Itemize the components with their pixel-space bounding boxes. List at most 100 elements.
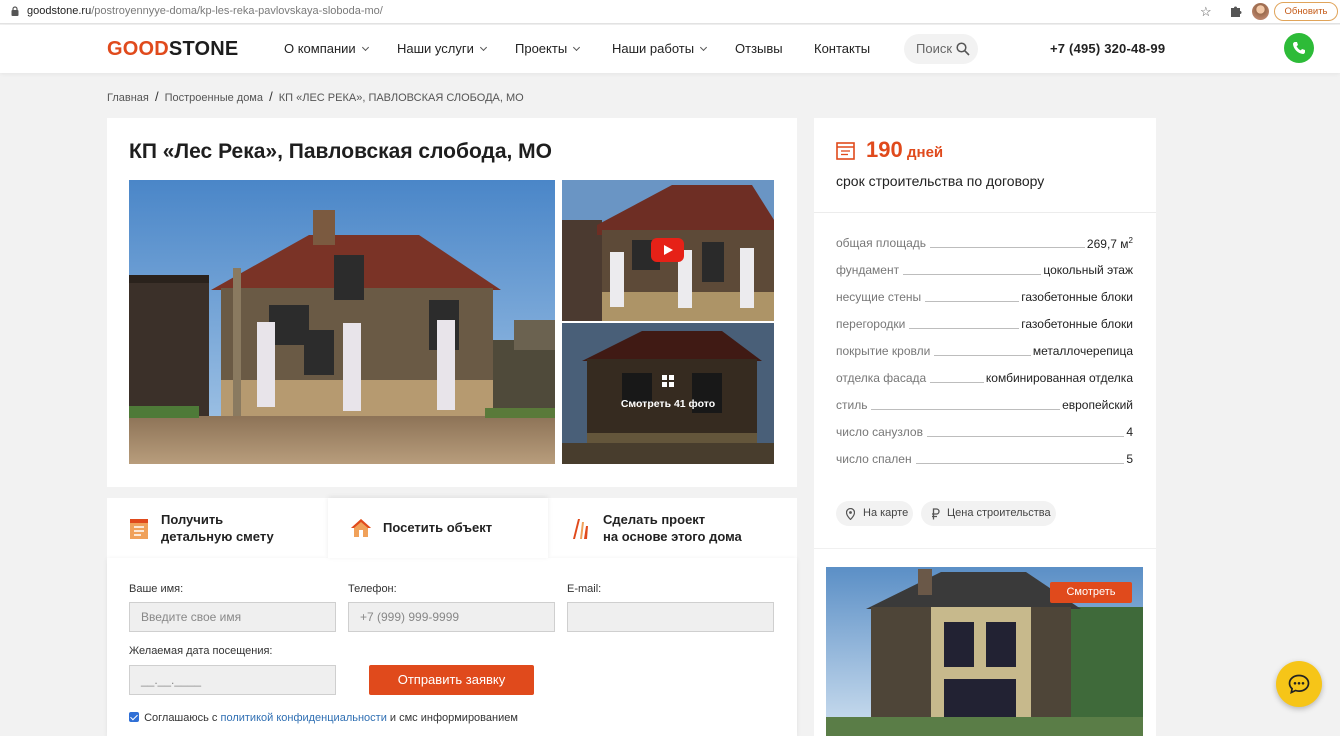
- consent-prefix: Соглашаюсь с: [144, 712, 218, 724]
- chat-widget-button[interactable]: [1276, 661, 1322, 707]
- build-days-number: 190: [866, 137, 903, 162]
- spec-value: газобетонные блоки: [1019, 290, 1133, 304]
- chevron-down-icon: [700, 43, 708, 52]
- spec-row-bedrooms: число спален 5: [836, 452, 1133, 468]
- spec-row-area: общая площадь 269,7 м2: [836, 236, 1133, 252]
- spec-key: фундамент: [836, 263, 904, 277]
- phone-input[interactable]: +7 (999) 999-9999: [348, 602, 555, 632]
- spec-value: комбинированная отделка: [983, 371, 1133, 385]
- spec-key: число санузлов: [836, 425, 927, 439]
- spec-row-bathrooms: число санузлов 4: [836, 425, 1133, 441]
- breadcrumb-home[interactable]: Главная: [107, 92, 149, 104]
- main-photo[interactable]: [129, 180, 555, 464]
- nav-works-label: Наши работы: [612, 41, 695, 56]
- name-label: Ваше имя:: [129, 583, 184, 595]
- browser-bar: goodstone.ru/postroyennyye-doma/kp-les-r…: [0, 0, 1340, 24]
- search-icon: [956, 42, 970, 56]
- tab-make-project-line1: Сделать проект: [603, 512, 706, 527]
- nav-projects-label: Проекты: [515, 41, 568, 56]
- spec-value: газобетонные блоки: [1019, 317, 1133, 331]
- breadcrumb-current: КП «ЛЕС РЕКА», ПАВЛОВСКАЯ СЛОБОДА, МО: [278, 92, 524, 104]
- action-tabs: Получить детальную смету Посетить объект …: [107, 498, 797, 558]
- video-thumbnail[interactable]: [562, 180, 774, 321]
- chevron-down-icon: [573, 43, 581, 52]
- search-button[interactable]: Поиск: [904, 34, 978, 64]
- gallery-thumbnail[interactable]: Смотреть 41 фото: [562, 323, 774, 464]
- view-project-button[interactable]: Смотреть: [1050, 582, 1132, 603]
- nav-about[interactable]: О компании: [284, 41, 369, 56]
- spec-value: 4: [1124, 425, 1133, 439]
- phone-label: Телефон:: [348, 583, 397, 595]
- youtube-play-icon[interactable]: [651, 238, 684, 262]
- profile-avatar[interactable]: [1252, 3, 1269, 20]
- callback-button[interactable]: [1284, 33, 1314, 63]
- see-photos-label: Смотреть 41 фото: [620, 398, 716, 410]
- divider: [814, 548, 1156, 549]
- price-button[interactable]: Цена строительства: [921, 501, 1056, 526]
- build-days-unit: дней: [907, 144, 944, 161]
- tab-estimate-label: Получить детальную смету: [161, 511, 274, 545]
- name-input[interactable]: Введите свое имя: [129, 602, 336, 632]
- breadcrumb-separator: /: [154, 89, 159, 104]
- chevron-down-icon: [361, 43, 369, 52]
- related-project-card[interactable]: Смотреть: [826, 567, 1143, 736]
- document-estimate-icon: [130, 519, 148, 539]
- breadcrumb-separator: /: [269, 89, 273, 104]
- logo-part2: STONE: [168, 38, 239, 60]
- spec-key: стиль: [836, 398, 872, 412]
- extensions-puzzle-icon[interactable]: [1230, 4, 1242, 18]
- house-photo-image: [129, 180, 555, 464]
- map-button-label: На карте: [863, 507, 909, 519]
- blueprint-project-icon: [573, 519, 588, 539]
- tab-make-project[interactable]: Сделать проект на основе этого дома: [548, 498, 797, 558]
- header-phone[interactable]: +7 (495) 320-48-99: [1050, 41, 1165, 56]
- nav-projects[interactable]: Проекты: [515, 41, 581, 56]
- project-specs-card: 190 дней срок строительства по договору …: [814, 118, 1156, 736]
- tab-make-project-label: Сделать проект на основе этого дома: [603, 511, 742, 545]
- divider: [814, 212, 1156, 213]
- nav-services-label: Наши услуги: [397, 41, 474, 56]
- spec-key: отделка фасада: [836, 371, 931, 385]
- project-card: КП «Лес Река», Павловская слобода, МО См…: [107, 118, 797, 487]
- map-button[interactable]: На карте: [836, 501, 913, 526]
- breadcrumb-built-houses[interactable]: Построенные дома: [165, 92, 263, 104]
- email-input[interactable]: [567, 602, 774, 632]
- nav-contacts[interactable]: Контакты: [814, 41, 870, 56]
- tab-estimate[interactable]: Получить детальную смету: [107, 498, 328, 558]
- visit-request-form: Ваше имя: Введите свое имя Телефон: +7 (…: [107, 558, 797, 736]
- nav-reviews[interactable]: Отзывы: [735, 41, 783, 56]
- bookmark-star-icon[interactable]: ☆: [1200, 4, 1212, 20]
- price-button-label: Цена строительства: [947, 507, 1051, 519]
- calendar-document-icon: [836, 142, 855, 160]
- email-label: E-mail:: [567, 583, 602, 595]
- spec-value-sup: 2: [1128, 236, 1133, 245]
- address-bar[interactable]: goodstone.ru/postroyennyye-doma/kp-les-r…: [27, 5, 383, 17]
- chevron-down-icon: [479, 43, 487, 52]
- spec-key: покрытие кровли: [836, 344, 935, 358]
- spec-key: несущие стены: [836, 290, 926, 304]
- nav-about-label: О компании: [284, 41, 356, 56]
- spec-row-foundation: фундамент цокольный этаж: [836, 263, 1133, 279]
- visit-date-input[interactable]: __.__.____: [129, 665, 336, 695]
- browser-update-button[interactable]: Обновить: [1274, 2, 1338, 21]
- visit-date-label: Желаемая дата посещения:: [129, 645, 273, 657]
- consent-row: Соглашаюсь с политикой конфиденциальност…: [129, 712, 518, 724]
- logo-part1: GOOD: [107, 38, 169, 60]
- photo-overlay: [562, 323, 774, 464]
- site-header: GOODSTONE О компании Наши услуги Проекты…: [0, 25, 1340, 73]
- submit-request-button[interactable]: Отправить заявку: [369, 665, 534, 695]
- spec-value: европейский: [1060, 398, 1133, 412]
- house-visit-icon: [351, 519, 371, 537]
- spec-value: металлочерепица: [1030, 344, 1133, 358]
- consent-checkbox[interactable]: [129, 712, 139, 722]
- tab-estimate-line2: детальную смету: [161, 529, 274, 544]
- nav-works[interactable]: Наши работы: [612, 41, 708, 56]
- tab-visit[interactable]: Посетить объект: [328, 498, 548, 558]
- url-host: goodstone.ru: [27, 5, 92, 17]
- ruble-icon: [932, 508, 940, 520]
- site-logo[interactable]: GOODSTONE: [107, 38, 238, 61]
- lock-icon: [11, 6, 19, 16]
- privacy-policy-link[interactable]: политикой конфиденциальности: [220, 712, 386, 724]
- page-title: КП «Лес Река», Павловская слобода, МО: [129, 140, 553, 163]
- nav-services[interactable]: Наши услуги: [397, 41, 487, 56]
